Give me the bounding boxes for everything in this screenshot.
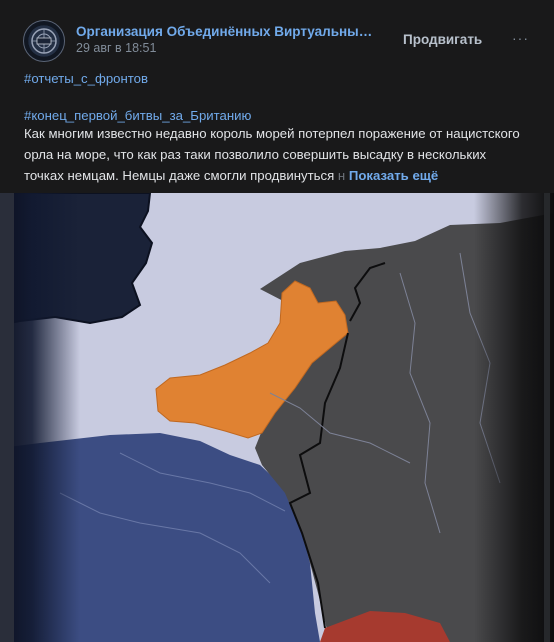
carousel-next-edge[interactable] [544,193,550,642]
image-shade-right [474,193,554,642]
group-name[interactable]: Организация Объединённых Виртуальных Гос… [76,24,376,39]
post-image-attachment[interactable] [0,193,554,642]
un-emblem-icon [31,28,57,54]
carousel-prev-edge[interactable] [0,193,14,642]
post-header: Организация Объединённых Виртуальных Гос… [0,0,554,64]
group-avatar[interactable] [23,20,65,62]
post-text-line: точках немцам. Немцы даже смогли продвин… [24,165,539,186]
post-date[interactable]: 29 авг в 18:51 [76,41,156,55]
post-text-line: орла на море, что как раз таки позволило… [24,147,487,162]
post-text-line-3: точках немцам. Немцы даже смогли продвин… [24,168,335,183]
show-more-link[interactable]: Показать ещё [349,168,438,183]
europe-front-map [0,193,554,642]
promote-button[interactable]: Продвигать [403,32,482,47]
hashtag-reports[interactable]: #отчеты_с_фронтов [24,68,148,89]
post-text-fade: н [334,168,346,183]
post-text: Как многим известно недавно король морей… [24,123,539,186]
more-horizontal-icon[interactable]: ··· [512,30,529,46]
post-text-line: Как многим известно недавно король морей… [24,126,520,141]
